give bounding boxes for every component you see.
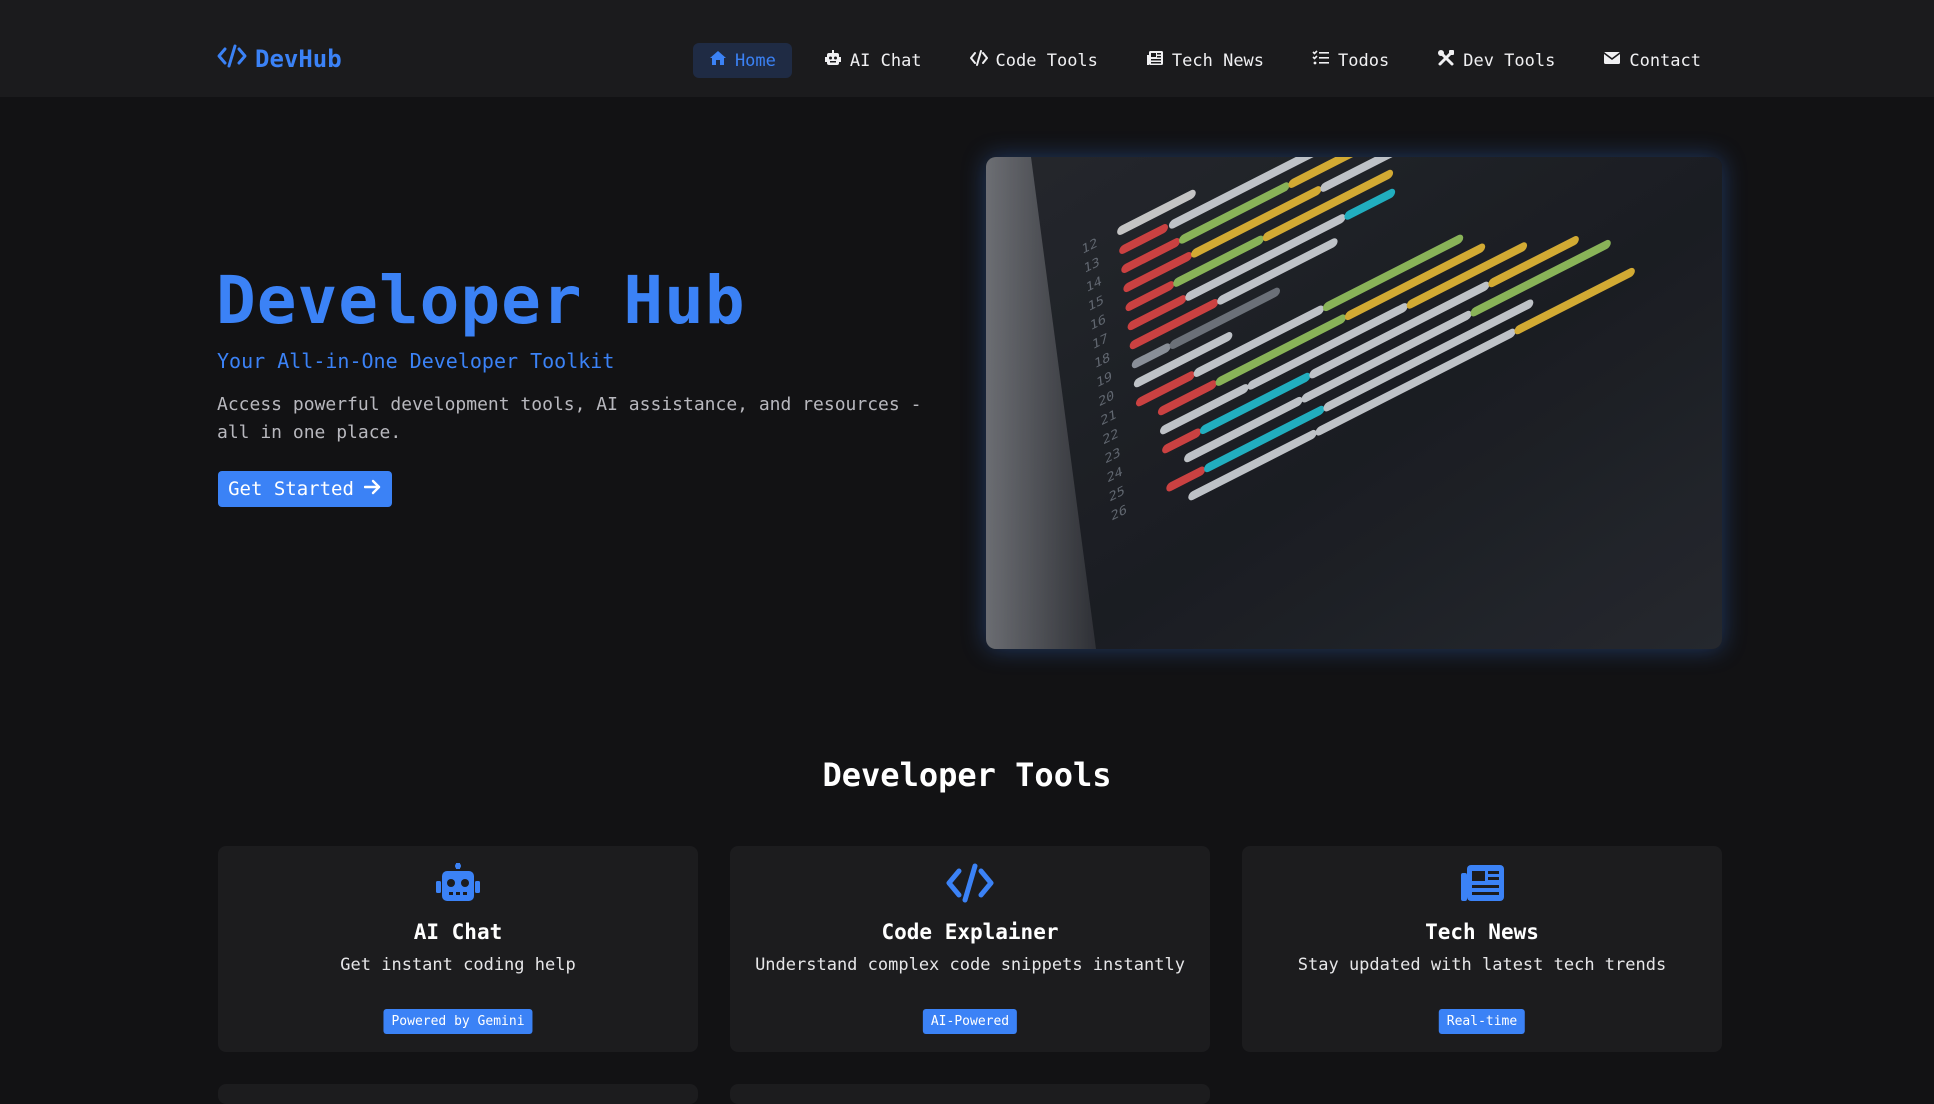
tool-card-partial[interactable] — [730, 1084, 1210, 1104]
card-badge: Powered by Gemini — [383, 1009, 533, 1034]
tool-card-code-explainer[interactable]: Code Explainer Understand complex code s… — [730, 846, 1210, 1052]
nav-item-label: Code Tools — [995, 50, 1098, 71]
section-title: Developer Tools — [822, 756, 1112, 794]
hero-title: Developer Hub — [216, 262, 746, 339]
code-icon — [730, 863, 1210, 903]
tasks-icon — [1312, 49, 1330, 72]
brand-logo[interactable]: DevHub — [217, 44, 342, 74]
nav-item-label: Todos — [1338, 50, 1390, 71]
tool-card-partial[interactable] — [218, 1084, 698, 1104]
arrow-right-icon — [363, 478, 382, 500]
navbar: DevHub Home AI Chat Code Tools Tech News — [0, 0, 1934, 97]
nav-item-label: Home — [734, 50, 776, 71]
card-title: AI Chat — [413, 920, 503, 944]
card-description: Stay updated with latest tech trends — [1297, 955, 1667, 975]
card-title: Code Explainer — [881, 920, 1059, 944]
robot-icon — [824, 49, 842, 72]
tool-card-tech-news[interactable]: Tech News Stay updated with latest tech … — [1242, 846, 1722, 1052]
robot-icon — [218, 863, 698, 903]
card-title: Tech News — [1425, 920, 1539, 944]
card-description: Understand complex code snippets instant… — [755, 955, 1185, 975]
code-icon — [969, 49, 988, 72]
nav-item-label: Contact — [1629, 50, 1701, 71]
nav-item-home[interactable]: Home — [692, 43, 792, 78]
nav-item-label: Dev Tools — [1463, 50, 1556, 71]
nav-item-dev-tools[interactable]: Dev Tools — [1421, 43, 1571, 78]
card-description: Get instant coding help — [340, 955, 576, 975]
home-icon — [709, 49, 727, 72]
nav-item-ai-chat[interactable]: AI Chat — [808, 43, 938, 78]
nav-item-todos[interactable]: Todos — [1296, 43, 1405, 78]
newspaper-icon — [1146, 49, 1164, 72]
tool-card-ai-chat[interactable]: AI Chat Get instant coding help Powered … — [218, 846, 698, 1052]
brand-name: DevHub — [255, 45, 342, 73]
hero-code-image: 12 13 14 15 16 17 18 19 20 21 22 23 24 25 26 — [986, 157, 1722, 649]
hero-subtitle: Your All-in-One Developer Toolkit — [217, 349, 615, 373]
envelope-icon — [1603, 49, 1621, 72]
nav-item-tech-news[interactable]: Tech News — [1130, 43, 1280, 78]
nav-item-code-tools[interactable]: Code Tools — [954, 43, 1114, 78]
nav-item-label: AI Chat — [849, 50, 922, 71]
hero-description: Access powerful development tools, AI as… — [217, 394, 922, 443]
get-started-button[interactable]: Get Started — [218, 471, 392, 507]
card-badge: Real-time — [1438, 1009, 1526, 1034]
tools-icon — [1437, 49, 1455, 72]
nav-links: Home AI Chat Code Tools Tech News Todos — [692, 43, 1717, 78]
nav-item-contact[interactable]: Contact — [1587, 43, 1717, 78]
code-icon — [217, 44, 247, 74]
card-badge: AI-Powered — [922, 1009, 1018, 1034]
nav-item-label: Tech News — [1171, 50, 1265, 71]
newspaper-icon — [1242, 863, 1722, 903]
cta-label: Get Started — [228, 478, 354, 500]
